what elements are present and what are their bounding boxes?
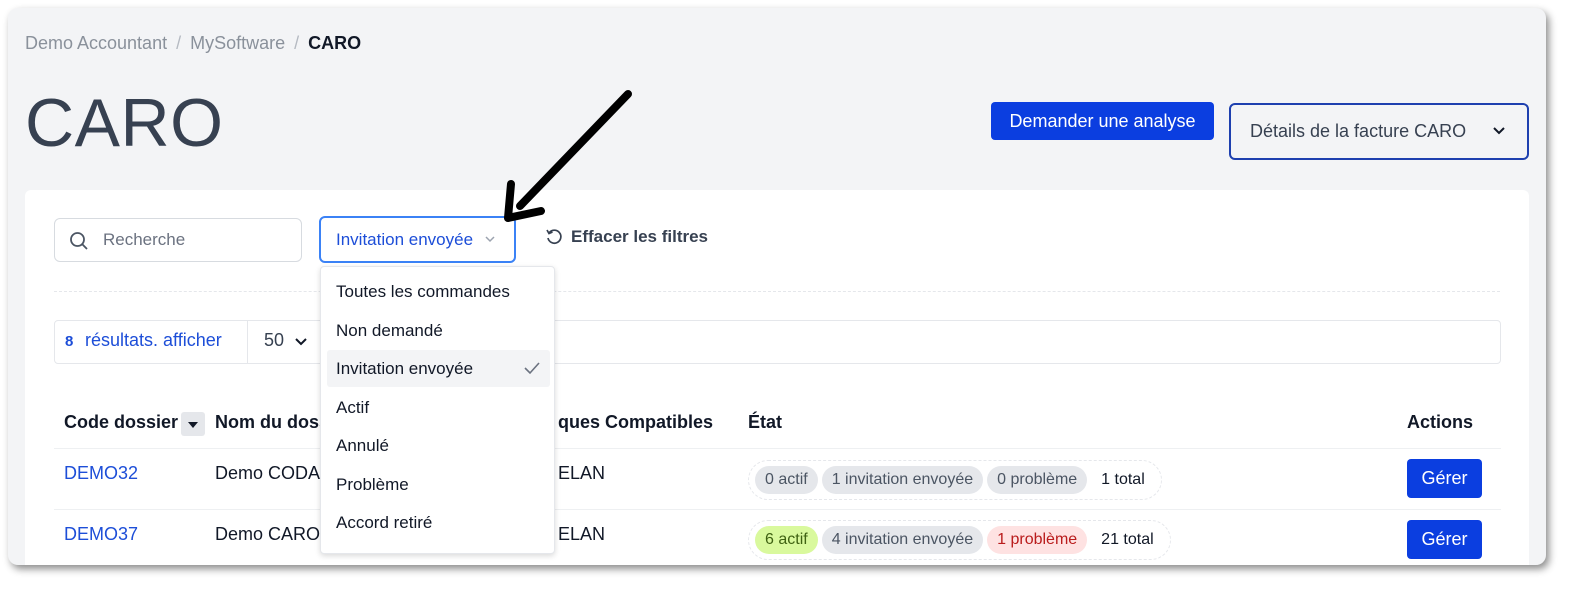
results-label: résultats. afficher — [85, 330, 222, 350]
column-header-state[interactable]: État — [748, 412, 782, 433]
dropdown-option-consent-withdrawn[interactable]: Accord retiré — [327, 504, 550, 541]
state-badge-invited: 4 invitation envoyée — [821, 526, 984, 554]
breadcrumb-item-accountant[interactable]: Demo Accountant — [25, 33, 167, 53]
row-compatible: ELAN — [558, 524, 606, 544]
invoice-details-dropdown[interactable]: Détails de la facture CARO — [1229, 103, 1529, 160]
manage-button[interactable]: Gérer — [1407, 520, 1482, 559]
state-summary: 0 actif 1 invitation envoyée 0 problème … — [748, 460, 1162, 500]
clear-filters-button[interactable]: Effacer les filtres — [545, 227, 708, 247]
status-dropdown-menu: Toutes les commandes Non demandé Invitat… — [320, 266, 555, 554]
app-window: Demo Accountant / MySoftware / CARO CARO Dem… — [8, 8, 1546, 565]
dropdown-option-not-requested[interactable]: Non demandé — [327, 312, 550, 349]
dropdown-option-active[interactable]: Actif — [327, 389, 550, 426]
column-header-actions: Actions — [1407, 412, 1474, 432]
row-name: Demo CODA — [215, 463, 321, 483]
state-badge-active: 0 actif — [755, 466, 818, 494]
search-input[interactable] — [103, 229, 288, 251]
state-badge-problem: 1 problème — [987, 526, 1088, 554]
manage-button[interactable]: Gérer — [1407, 459, 1482, 498]
reset-icon — [546, 229, 562, 245]
dropdown-option-cancelled[interactable]: Annulé — [327, 427, 550, 464]
breadcrumb-separator: / — [176, 33, 182, 53]
filters-divider — [54, 291, 1500, 292]
row-code-link[interactable]: DEMO37 — [64, 524, 138, 545]
breadcrumb-separator: / — [294, 33, 300, 53]
status-filter-select[interactable]: Invitation envoyée — [319, 216, 516, 263]
per-page-select[interactable]: 50 — [264, 330, 308, 351]
state-badge-active: 6 actif — [755, 526, 818, 554]
invoice-details-label: Détails de la facture CARO — [1250, 121, 1467, 141]
breadcrumb-current: CARO — [308, 33, 362, 53]
row-divider — [54, 509, 1501, 510]
state-summary: 6 actif 4 invitation envoyée 1 problème … — [748, 520, 1171, 560]
request-analysis-button[interactable]: Demander une analyse — [991, 102, 1214, 140]
content-card: Invitation envoyée Effacer les filtres 8… — [25, 190, 1529, 565]
page-title: CARO — [25, 85, 224, 161]
status-filter-value: Invitation envoyée — [336, 229, 474, 249]
per-page-value: 50 — [264, 330, 285, 350]
dropdown-option-invitation-sent[interactable]: Invitation envoyée — [327, 350, 550, 387]
chevron-down-icon — [1493, 127, 1505, 135]
dropdown-option-problem[interactable]: Problème — [327, 466, 550, 503]
state-total: 21 total — [1101, 531, 1154, 548]
search-icon — [70, 232, 88, 250]
clear-filters-label: Effacer les filtres — [571, 227, 709, 246]
row-code-link[interactable]: DEMO32 — [64, 463, 138, 484]
row-compatible: ELAN — [558, 463, 606, 483]
dropdown-option-label: Invitation envoyée — [336, 358, 474, 378]
column-header-code[interactable]: Code dossier — [64, 412, 178, 433]
state-total: 1 total — [1101, 471, 1145, 488]
sort-button[interactable] — [181, 412, 205, 436]
chevron-down-icon — [295, 337, 307, 345]
check-icon — [524, 362, 540, 375]
row-name: Demo CARO — [215, 524, 321, 544]
sort-down-icon — [188, 422, 198, 428]
row-divider — [54, 448, 1501, 449]
state-badge-problem: 0 problème — [987, 466, 1088, 494]
breadcrumb-item-software[interactable]: MySoftware — [190, 33, 285, 53]
results-divider — [247, 321, 248, 363]
results-bar: 8 résultats. afficher 50 — [54, 320, 1501, 364]
results-count: 8 — [65, 333, 74, 350]
column-header-compatible[interactable]: ques Compatibles — [558, 412, 713, 433]
breadcrumb: Demo Accountant / MySoftware / CARO — [25, 33, 361, 54]
chevron-down-icon — [485, 236, 495, 243]
column-header-name[interactable]: Nom du doss — [215, 412, 329, 433]
dropdown-option-all[interactable]: Toutes les commandes — [327, 273, 550, 310]
search-field[interactable] — [54, 218, 302, 262]
state-badge-invited: 1 invitation envoyée — [821, 466, 984, 494]
